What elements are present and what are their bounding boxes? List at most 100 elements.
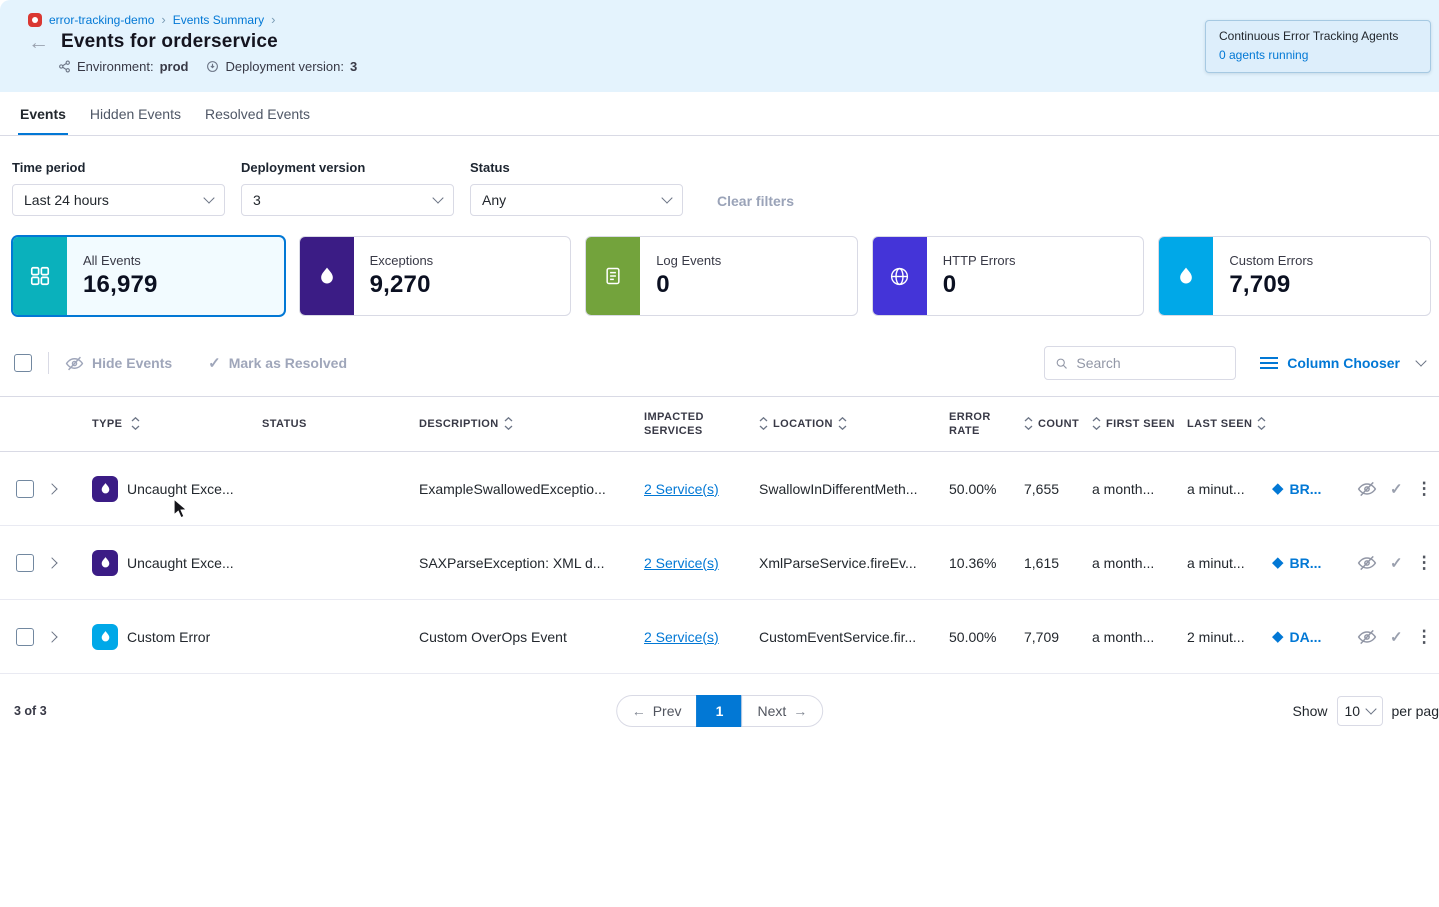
back-button[interactable] [28, 32, 49, 53]
environment-meta: Environment: prod [58, 59, 188, 74]
row-checkbox[interactable] [16, 554, 34, 572]
sort-icon [1257, 417, 1266, 430]
column-header-last-seen[interactable]: LAST SEEN [1187, 417, 1272, 431]
deployment-name: BR... [1290, 481, 1322, 497]
resolve-event-button[interactable]: ✓ [1390, 554, 1403, 572]
search-icon [1055, 356, 1068, 371]
card-label: Exceptions [370, 253, 434, 268]
page-header: error-tracking-demo Events Summary Event… [0, 0, 1439, 92]
column-chooser-label: Column Chooser [1287, 355, 1400, 371]
page-number-button[interactable]: 1 [697, 695, 743, 727]
row-count-summary: 3 of 3 [14, 704, 47, 718]
card-exceptions[interactable]: Exceptions 9,270 [299, 236, 572, 316]
pagination-bar: 3 of 3 Prev 1 Next Show 10 per pag [0, 688, 1439, 734]
impacted-services-link[interactable]: 2 Service(s) [644, 555, 719, 571]
resolve-event-button[interactable]: ✓ [1390, 628, 1403, 646]
row-menu-button[interactable]: ⋮ [1416, 553, 1433, 573]
column-label: ERROR RATE [949, 410, 995, 439]
column-header-first-seen[interactable]: FIRST SEEN [1092, 417, 1187, 431]
impacted-services-link[interactable]: 2 Service(s) [644, 629, 719, 645]
row-expander[interactable] [48, 633, 84, 641]
sort-icon [1092, 417, 1101, 430]
exception-type-icon [92, 550, 118, 576]
column-header-location[interactable]: LOCATION [759, 417, 949, 431]
card-custom-errors[interactable]: Custom Errors 7,709 [1158, 236, 1431, 316]
card-log-events[interactable]: Log Events 0 [585, 236, 858, 316]
tab-hidden-events[interactable]: Hidden Events [88, 92, 183, 135]
column-label: COUNT [1038, 417, 1079, 431]
sort-icon [131, 417, 140, 430]
card-http-errors[interactable]: HTTP Errors 0 [872, 236, 1145, 316]
deployment-version-filter-label: Deployment version [241, 160, 454, 175]
error-rate-cell: 10.36% [949, 555, 1024, 571]
tab-resolved-events[interactable]: Resolved Events [203, 92, 312, 135]
time-period-select[interactable]: Last 24 hours [12, 184, 225, 216]
mark-resolved-button[interactable]: ✓ Mark as Resolved [208, 354, 347, 372]
impacted-services-link[interactable]: 2 Service(s) [644, 481, 719, 497]
document-icon [586, 237, 640, 315]
hide-events-button[interactable]: Hide Events [65, 354, 172, 373]
column-header-impacted-services: IMPACTED SERVICES [644, 410, 759, 439]
card-label: HTTP Errors [943, 253, 1016, 268]
breadcrumb-separator [161, 12, 165, 27]
deployment-meta: Deployment version: 3 [206, 59, 357, 74]
column-label: TYPE [92, 417, 122, 431]
deployment-icon [206, 60, 219, 73]
row-checkbox[interactable] [16, 628, 34, 646]
environment-icon [58, 60, 71, 73]
status-select[interactable]: Any [470, 184, 683, 216]
status-filter-label: Status [470, 160, 683, 175]
column-header-type[interactable]: TYPE [84, 417, 254, 431]
agents-running-link[interactable]: 0 agents running [1219, 48, 1308, 62]
filter-bar: Time period Last 24 hours Deployment ver… [0, 136, 1439, 216]
card-value: 9,270 [370, 271, 434, 299]
show-label: Show [1292, 703, 1327, 719]
agents-panel: Continuous Error Tracking Agents 0 agent… [1205, 20, 1431, 73]
prev-page-button[interactable]: Prev [616, 695, 698, 727]
last-seen-cell: a minut... [1187, 555, 1272, 571]
clear-filters-button[interactable]: Clear filters [717, 193, 794, 209]
row-checkbox[interactable] [16, 480, 34, 498]
card-value: 0 [943, 271, 1016, 299]
deployment-link[interactable]: ◆ BR... [1272, 555, 1357, 571]
breadcrumb-link-project[interactable]: error-tracking-demo [49, 13, 154, 27]
column-header-description[interactable]: DESCRIPTION [419, 417, 644, 431]
column-chooser-button[interactable]: Column Chooser [1260, 355, 1425, 371]
card-all-events[interactable]: All Events 16,979 [12, 236, 285, 316]
next-page-button[interactable]: Next [742, 695, 824, 727]
tab-events[interactable]: Events [18, 92, 68, 135]
sort-icon [1024, 417, 1033, 430]
divider [48, 352, 49, 374]
description-cell: ExampleSwallowedExceptio... [419, 481, 644, 497]
row-expander[interactable] [48, 559, 84, 567]
select-all-checkbox[interactable] [14, 354, 32, 372]
row-menu-button[interactable]: ⋮ [1416, 479, 1433, 499]
breadcrumb-link-events-summary[interactable]: Events Summary [173, 13, 264, 27]
column-header-error-rate: ERROR RATE [949, 410, 1024, 439]
location-cell: XmlParseService.fireEv... [759, 555, 949, 571]
column-header-count[interactable]: COUNT [1024, 417, 1092, 431]
summary-cards: All Events 16,979 Exceptions 9,270 Log E… [0, 216, 1439, 316]
row-menu-button[interactable]: ⋮ [1416, 627, 1433, 647]
last-seen-cell: 2 minut... [1187, 629, 1272, 645]
deployment-version-select[interactable]: 3 [241, 184, 454, 216]
resolve-event-button[interactable]: ✓ [1390, 480, 1403, 498]
tab-bar: Events Hidden Events Resolved Events [0, 92, 1439, 136]
grid-icon [13, 237, 67, 315]
hamburger-icon [1260, 356, 1278, 370]
deployment-version-label: Deployment version: [225, 59, 344, 74]
hide-event-button[interactable] [1357, 479, 1377, 499]
page-size-select[interactable]: 10 [1337, 696, 1383, 726]
time-period-value: Last 24 hours [24, 192, 109, 208]
search-input[interactable] [1076, 355, 1225, 371]
page-title: Events for orderservice [61, 31, 278, 53]
custom-error-type-icon [92, 624, 118, 650]
deployment-link[interactable]: ◆ BR... [1272, 481, 1357, 497]
deployment-version-value: 3 [350, 59, 357, 74]
hide-event-button[interactable] [1357, 627, 1377, 647]
hide-event-button[interactable] [1357, 553, 1377, 573]
deployment-link[interactable]: ◆ DA... [1272, 629, 1357, 645]
per-page-label: per pag [1392, 703, 1439, 719]
row-expander[interactable] [48, 485, 84, 493]
chevron-right-icon [46, 483, 57, 494]
